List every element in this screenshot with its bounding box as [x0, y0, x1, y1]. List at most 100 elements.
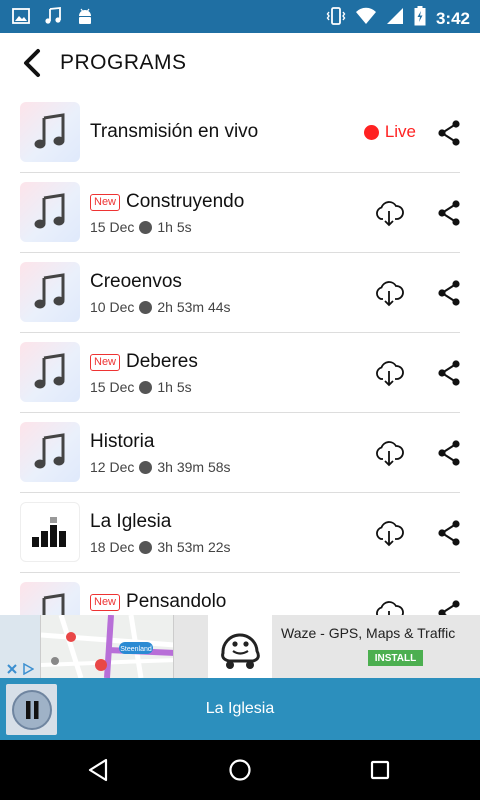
download-button[interactable]: [374, 599, 404, 615]
music-note-icon: [34, 433, 65, 469]
nav-back-icon: [88, 758, 108, 782]
duration-dot-icon: [139, 380, 153, 394]
live-label: Live: [384, 122, 416, 141]
duration-dot-icon: [139, 460, 153, 474]
program-item[interactable]: La Iglesia 18 Dec 3h 53m 22s: [0, 493, 480, 573]
system-navigation-bar: [0, 740, 480, 800]
back-chevron-icon: [24, 49, 40, 77]
program-list[interactable]: Transmisión en vivo Live New Construyend…: [0, 93, 480, 615]
program-title: Pensandolo: [126, 591, 227, 612]
program-thumbnail: [20, 182, 80, 242]
download-button[interactable]: [374, 199, 404, 227]
ad-choices[interactable]: [0, 660, 40, 678]
share-button[interactable]: [436, 199, 462, 227]
program-date: 18 Dec: [90, 539, 135, 555]
program-item[interactable]: New Construyendo 15 Dec 1h 5s: [0, 173, 480, 253]
program-duration: 2h 53m 44s: [157, 299, 231, 315]
page-title: PROGRAMS: [60, 51, 187, 74]
new-badge: New: [90, 193, 121, 211]
music-note-icon: [34, 193, 65, 229]
app-header: PROGRAMS: [0, 33, 480, 93]
download-button[interactable]: [374, 439, 404, 467]
nav-back-button[interactable]: [82, 755, 114, 785]
share-icon: [438, 520, 460, 546]
program-item[interactable]: New Deberes 15 Dec 1h 5s: [0, 333, 480, 413]
share-button[interactable]: [436, 279, 462, 307]
share-button[interactable]: [436, 519, 462, 547]
new-badge: New: [90, 353, 121, 371]
program-duration: 1h 5s: [157, 219, 192, 235]
android-icon: [76, 7, 94, 30]
vibrate-icon: [326, 6, 346, 31]
ad-map-label: Steenland: [120, 646, 152, 653]
live-indicator: Live: [363, 122, 416, 142]
ad-close-icon: [7, 664, 17, 674]
cloud-download-icon: [376, 281, 404, 307]
share-icon: [438, 120, 460, 146]
ad-banner[interactable]: Steenland Waze - GPS, Maps & Traffic INS…: [0, 615, 480, 678]
duration-dot-icon: [139, 300, 153, 314]
share-icon: [438, 600, 460, 615]
download-button[interactable]: [374, 519, 404, 547]
waze-logo-icon: [208, 615, 272, 678]
wifi-icon: [355, 7, 376, 30]
program-title: La Iglesia: [90, 511, 172, 532]
music-note-icon: [34, 273, 65, 309]
share-icon: [438, 280, 460, 306]
share-icon: [438, 440, 460, 466]
cloud-download-icon: [376, 521, 404, 547]
program-thumbnail: [20, 342, 80, 402]
ad-install-button[interactable]: INSTALL: [368, 650, 423, 666]
nav-home-button[interactable]: [224, 755, 256, 785]
program-date: 15 Dec: [90, 219, 135, 235]
program-meta: 15 Dec 1h 5s: [90, 219, 192, 235]
mini-player[interactable]: La Iglesia: [0, 678, 480, 740]
program-thumbnail: [20, 582, 80, 615]
program-meta: 12 Dec 3h 39m 58s: [90, 459, 231, 475]
ad-map-image: Steenland: [40, 615, 174, 678]
share-icon: [438, 360, 460, 386]
program-item[interactable]: New Pensandolo: [0, 573, 480, 615]
download-button[interactable]: [374, 359, 404, 387]
program-thumbnail: [20, 502, 80, 562]
nav-recents-button[interactable]: [364, 755, 396, 785]
cloud-download-icon: [376, 201, 404, 227]
program-thumbnail: [20, 102, 80, 162]
share-button[interactable]: [436, 119, 462, 147]
program-item-live[interactable]: Transmisión en vivo Live: [0, 93, 480, 173]
music-note-icon: [42, 593, 65, 615]
program-duration: 3h 39m 58s: [157, 459, 231, 475]
program-date: 10 Dec: [90, 299, 135, 315]
program-date: 15 Dec: [90, 379, 135, 395]
program-title: Transmisión en vivo: [90, 121, 259, 142]
program-meta: 10 Dec 2h 53m 44s: [90, 299, 231, 315]
program-thumbnail: [20, 262, 80, 322]
program-duration: 3h 53m 22s: [157, 539, 231, 555]
ad-choices-icon: [23, 663, 34, 675]
share-button[interactable]: [436, 359, 462, 387]
player-title: La Iglesia: [205, 700, 275, 717]
battery-icon: [414, 6, 426, 31]
nav-recents-icon: [370, 760, 390, 780]
program-meta: 18 Dec 3h 53m 22s: [90, 539, 231, 555]
cloud-download-icon: [376, 601, 404, 615]
music-note-icon: [34, 353, 65, 389]
duration-dot-icon: [139, 220, 153, 234]
new-badge: New: [90, 593, 121, 611]
program-thumbnail: [20, 422, 80, 482]
equalizer-bars-icon: [32, 517, 66, 547]
back-button[interactable]: [14, 43, 48, 83]
cloud-download-icon: [376, 361, 404, 387]
share-button[interactable]: [436, 439, 462, 467]
program-item[interactable]: Historia 12 Dec 3h 39m 58s: [0, 413, 480, 493]
ad-title: Waze - GPS, Maps & Traffic: [281, 625, 456, 641]
program-date: 12 Dec: [90, 459, 135, 475]
download-button[interactable]: [374, 279, 404, 307]
program-title: Construyendo: [126, 191, 245, 212]
signal-icon: [386, 7, 404, 30]
cloud-download-icon: [376, 441, 404, 467]
music-notification-icon: [44, 7, 62, 30]
duration-dot-icon: [139, 540, 153, 554]
share-button[interactable]: [436, 599, 462, 615]
program-item[interactable]: Creoenvos 10 Dec 2h 53m 44s: [0, 253, 480, 333]
